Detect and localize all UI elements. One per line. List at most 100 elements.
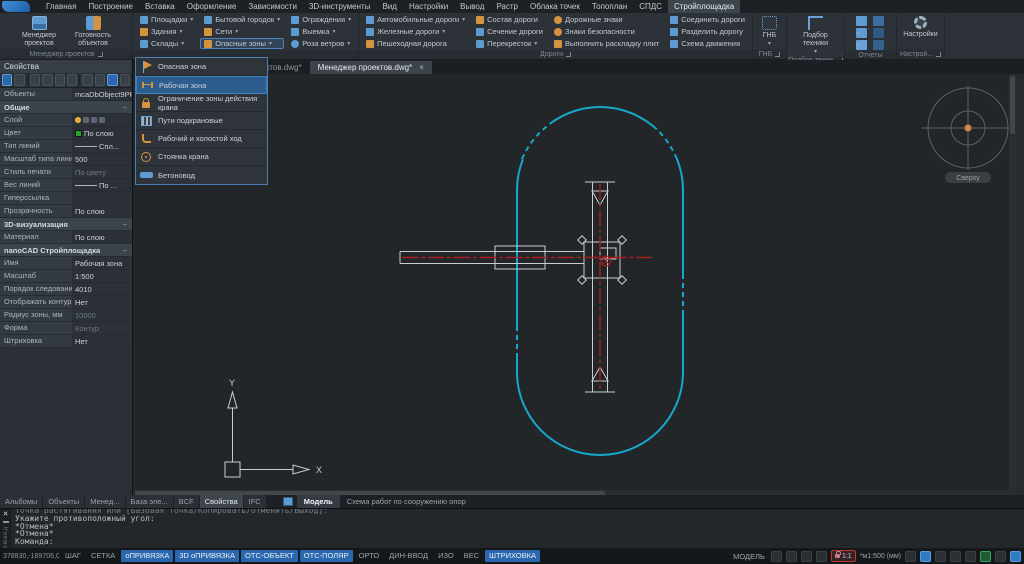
wind-rose-button[interactable]: Роза ветров ▾ <box>287 38 355 49</box>
select-window-icon[interactable] <box>29 74 41 86</box>
user-icon[interactable] <box>800 550 812 562</box>
menu-oblaka-tochek[interactable]: Облака точек <box>524 0 586 13</box>
tab-element-base[interactable]: База эле... <box>126 495 174 508</box>
objects-value[interactable]: mcaDbObject9PP... <box>72 88 132 100</box>
pedestrian-road-button[interactable]: Пешеходная дорога <box>362 38 469 49</box>
menu-vstavka[interactable]: Вставка <box>139 0 181 13</box>
railways-button[interactable]: Железные дороги ▾ <box>362 26 469 37</box>
road-signs-button[interactable]: Дорожные знаки <box>550 14 663 25</box>
networks-button[interactable]: Сети ▾ <box>200 26 284 37</box>
danger-zones-button[interactable]: Опасные зоны ▾ <box>200 38 285 49</box>
dialog-launcher-icon[interactable] <box>97 51 103 57</box>
menu-glavnaya[interactable]: Главная <box>40 0 82 13</box>
tab-layout-scheme[interactable]: Схема работ по сооружению опор <box>340 495 473 508</box>
report-button-2[interactable] <box>873 16 885 26</box>
highlight-icon[interactable] <box>107 74 118 86</box>
menu-spds[interactable]: СПДС <box>633 0 668 13</box>
select-cursor-icon[interactable] <box>14 74 25 86</box>
areas-button[interactable]: Площадки ▾ <box>136 14 197 25</box>
close-icon[interactable]: ✕ <box>3 511 9 518</box>
join-roads-button[interactable]: Соединить дороги <box>666 14 749 25</box>
menu-stroyploshchadka[interactable]: Стройплощадка <box>667 0 741 13</box>
toggle-3d-osnap[interactable]: 3D оПРИВЯЗКА <box>175 550 240 562</box>
toggle-ortho[interactable]: ОРТО <box>355 550 384 562</box>
fences-button[interactable]: Ограждения ▾ <box>287 14 355 25</box>
navigation-wheel[interactable]: Сверху <box>922 86 1014 183</box>
safety-signs-button[interactable]: Знаки безопасности <box>550 26 663 37</box>
menu-zavisimosti[interactable]: Зависимости <box>242 0 303 13</box>
toggle-osnap[interactable]: оПРИВЯЗКА <box>121 550 174 562</box>
layer-print-icon[interactable] <box>99 117 105 123</box>
settings-button[interactable]: Настройки <box>900 14 941 39</box>
prop-section-general[interactable]: Общие − <box>0 101 132 114</box>
display-icon[interactable] <box>995 550 1006 562</box>
color-value[interactable]: По слою <box>72 127 132 139</box>
split-road-button[interactable]: Разделить дорогу <box>666 26 749 37</box>
object-readiness-button[interactable]: Готовность объектов <box>70 14 116 48</box>
layouts-icon[interactable] <box>282 497 293 506</box>
close-icon[interactable]: × <box>419 61 424 74</box>
warehouses-button[interactable]: Склады ▾ <box>136 38 197 49</box>
menu-item-travel-path[interactable]: Рабочий и холостой ход <box>136 130 267 148</box>
orbit-icon[interactable] <box>920 550 931 562</box>
command-line-panel[interactable]: ✕ Команд Точка растягивания или [Базовая… <box>0 508 1024 548</box>
gnb-button[interactable]: ГНБ ▾ <box>756 14 783 48</box>
viewport-lock-icon[interactable] <box>935 550 946 562</box>
layer-on-icon[interactable] <box>75 117 81 123</box>
apply-icon[interactable] <box>94 74 106 86</box>
toggle-iso[interactable]: ИЗО <box>434 550 458 562</box>
toggle-grid[interactable]: СЕТКА <box>87 550 119 562</box>
annotation-lock[interactable]: 1:1 <box>830 550 856 562</box>
menu-item-crane-rails[interactable]: Пути подкрановые <box>136 112 267 130</box>
pan-icon[interactable] <box>905 550 916 562</box>
menu-3d-tools[interactable]: 3D-инструменты <box>303 0 377 13</box>
menu-postroenie[interactable]: Построение <box>82 0 139 13</box>
tab-bcf[interactable]: BCF <box>174 495 200 508</box>
space-indicator[interactable]: МОДЕЛЬ <box>733 552 765 561</box>
hyperlink-value[interactable] <box>72 192 132 204</box>
toggle-hatch[interactable]: ШТРИХОВКА <box>485 550 540 562</box>
tab-objects[interactable]: Объекты <box>43 495 86 508</box>
tab-manager[interactable]: Менед... <box>85 495 126 508</box>
dialog-launcher-icon[interactable] <box>775 51 781 57</box>
copy-icon[interactable] <box>2 521 9 523</box>
toggle-otrack-object[interactable]: ОТС-ОБЪЕКТ <box>241 550 298 562</box>
deselect-icon[interactable] <box>119 74 131 86</box>
tab-ifc[interactable]: IFC <box>244 495 267 508</box>
slab-layout-button[interactable]: Выполнить раскладку плит <box>550 38 663 49</box>
name-value[interactable]: Рабочая зона <box>72 257 132 269</box>
menu-item-crane-parking[interactable]: Стоянка крана <box>136 148 267 166</box>
sync-icon[interactable] <box>980 550 991 562</box>
command-prompt[interactable]: Команда: <box>15 538 1024 546</box>
toggle-dyn-input[interactable]: ДИН-ВВОД <box>385 550 432 562</box>
show-contours-value[interactable]: Нет <box>72 296 132 308</box>
current-scale[interactable]: *м1:500 (мм) <box>860 553 901 560</box>
report-button-6[interactable] <box>873 40 885 50</box>
vertical-scrollbar[interactable] <box>1009 74 1016 497</box>
monitor-icon[interactable] <box>785 550 797 562</box>
dialog-launcher-icon[interactable] <box>936 51 941 57</box>
road-structure-button[interactable]: Состав дороги <box>472 14 547 25</box>
report-button-1[interactable] <box>856 16 868 26</box>
layer-value[interactable] <box>72 114 132 126</box>
traffic-scheme-button[interactable]: Схема движения <box>666 38 749 49</box>
menu-oformlenie[interactable]: Оформление <box>181 0 243 13</box>
linetype-value[interactable]: Спл... <box>72 140 132 152</box>
transparency-value[interactable]: По слою <box>72 205 132 217</box>
camp-button[interactable]: Бытовой городок ▾ <box>200 14 284 25</box>
clean-screen-icon[interactable] <box>1010 550 1021 562</box>
material-value[interactable]: По слою <box>72 231 132 243</box>
equipment-selection-button[interactable]: Подбор техники ▾ <box>792 14 838 56</box>
report-button-3[interactable]: ▾ <box>856 28 868 38</box>
command-history[interactable]: Точка растягивания или [Базовая точка/Ко… <box>11 509 1024 548</box>
menu-item-crane-limit[interactable]: Ограничение зоны действия крана <box>136 94 267 112</box>
menu-topoplan[interactable]: Топоплан <box>586 0 633 13</box>
buildings-button[interactable]: Здания ▾ <box>136 26 197 37</box>
select-add-icon[interactable] <box>2 74 13 86</box>
crane-schematic[interactable] <box>399 181 627 393</box>
doc-tab-active[interactable]: Менеджер проектов.dwg* × <box>309 61 432 74</box>
toggle-snap[interactable]: ШАГ <box>61 550 85 562</box>
dialog-launcher-icon[interactable] <box>566 52 571 57</box>
layer-freeze-icon[interactable] <box>83 117 89 123</box>
sheet-icon[interactable] <box>950 550 961 562</box>
